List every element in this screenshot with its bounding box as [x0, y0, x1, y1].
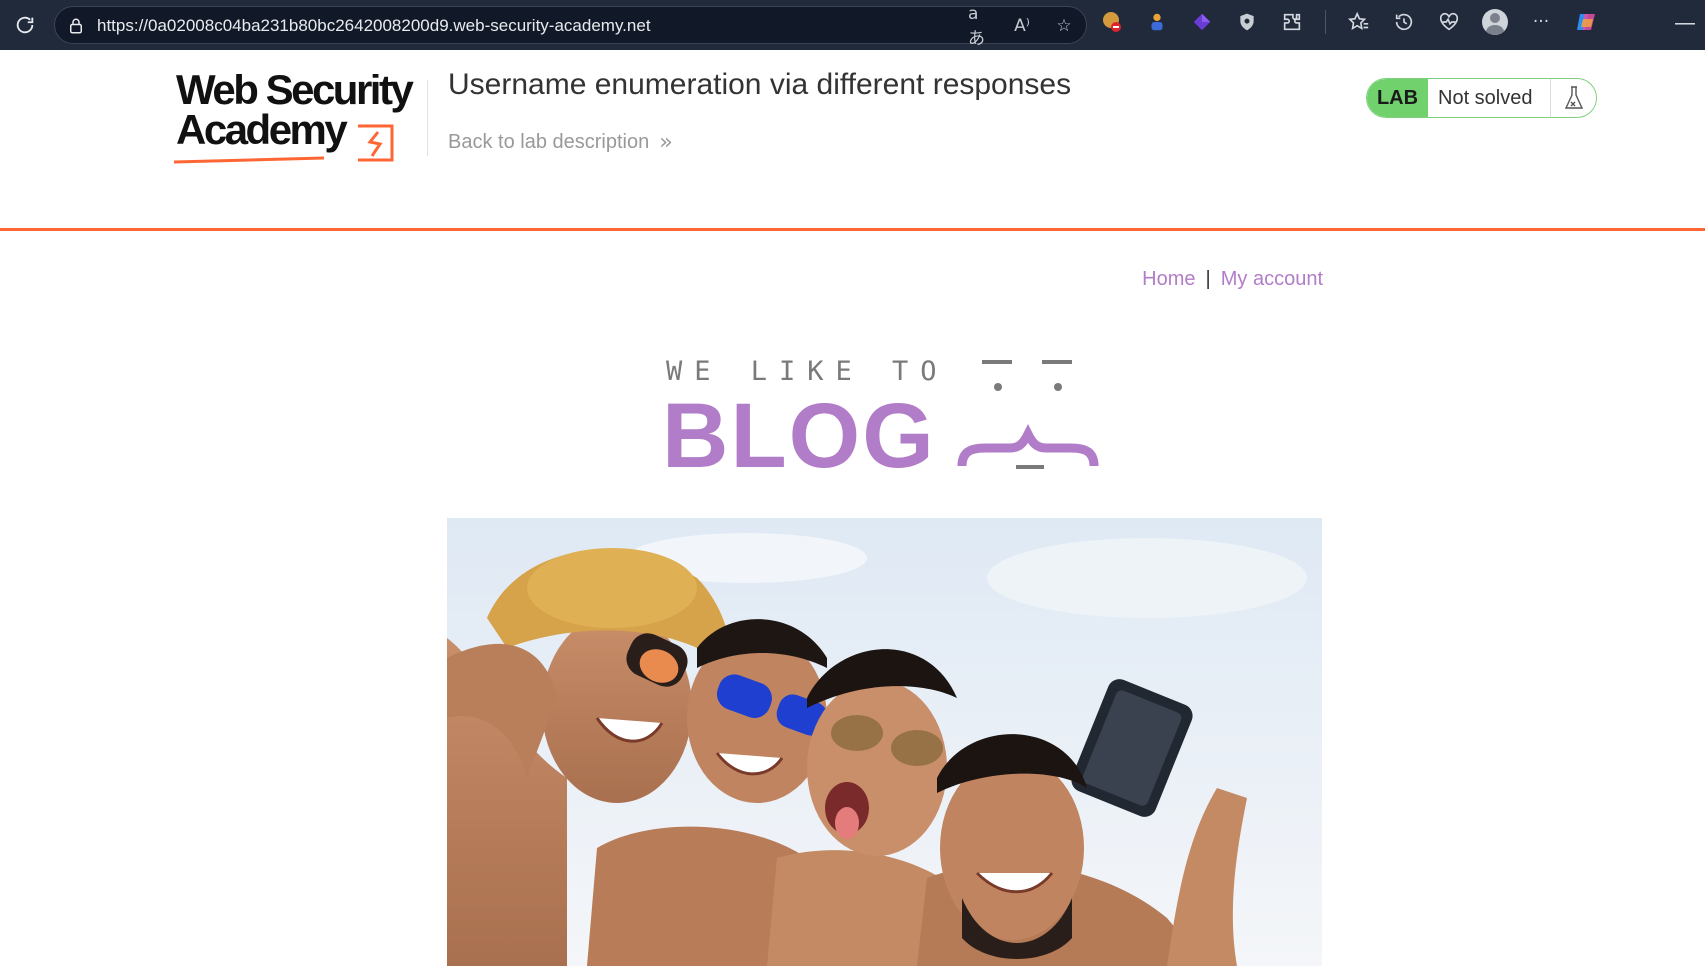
reload-icon[interactable] [10, 10, 40, 40]
double-chevron-right-icon: ›› [659, 130, 672, 155]
minimize-icon[interactable]: — [1675, 12, 1695, 35]
extension-gem-icon[interactable] [1190, 10, 1214, 34]
web-security-academy-logo[interactable]: Web Security Academy [174, 74, 424, 168]
lock-icon[interactable] [67, 17, 85, 35]
translate-icon[interactable]: aあ [968, 4, 992, 49]
profile-icon[interactable] [1482, 9, 1508, 35]
history-icon[interactable] [1392, 10, 1416, 34]
copilot-icon[interactable] [1574, 10, 1598, 34]
lab-status-widget: LAB Not solved [1366, 78, 1597, 118]
blog-nav: Home | My account [1142, 268, 1323, 291]
favorites-icon[interactable] [1347, 10, 1371, 34]
more-icon[interactable]: ··· [1529, 10, 1553, 34]
read-aloud-icon[interactable]: A⁾ [1010, 14, 1034, 38]
extension-cookie-icon[interactable] [1100, 10, 1124, 34]
browser-toolbar: https://0a02008c04ba231b80bc2642008200d9… [0, 0, 1705, 50]
health-icon[interactable] [1437, 10, 1461, 34]
url-text[interactable]: https://0a02008c04ba231b80bc2642008200d9… [97, 16, 651, 36]
lab-status-text: Not solved [1438, 86, 1533, 109]
toolbar-separator [1325, 10, 1326, 34]
blog-hero-image [447, 518, 1322, 966]
blog-logo: WE LIKE TO BLOG [660, 352, 1110, 482]
svg-text:Academy: Academy [176, 106, 348, 153]
blog-tagline: WE LIKE TO [666, 356, 949, 387]
logo-divider [427, 80, 428, 156]
lab-title: Username enumeration via different respo… [448, 68, 1072, 101]
nav-separator: | [1205, 268, 1211, 290]
back-link-label[interactable]: Back to lab description [448, 131, 649, 154]
flask-icon [1550, 79, 1596, 117]
header-accent-line [0, 228, 1705, 231]
address-bar[interactable]: https://0a02008c04ba231b80bc2642008200d9… [54, 4, 1087, 49]
nav-my-account-link[interactable]: My account [1221, 268, 1323, 291]
nav-home-link[interactable]: Home [1142, 268, 1195, 291]
lab-badge: LAB [1367, 79, 1428, 117]
extensions-icon[interactable] [1280, 10, 1304, 34]
blog-face-icon [957, 360, 1099, 469]
back-to-lab-description-link[interactable]: Back to lab description ›› [448, 130, 673, 155]
extension-shield-icon[interactable] [1235, 10, 1259, 34]
extension-agent-icon[interactable] [1145, 10, 1169, 34]
blog-wordmark: BLOG [662, 385, 936, 487]
favorite-star-icon[interactable]: ☆ [1052, 14, 1076, 38]
